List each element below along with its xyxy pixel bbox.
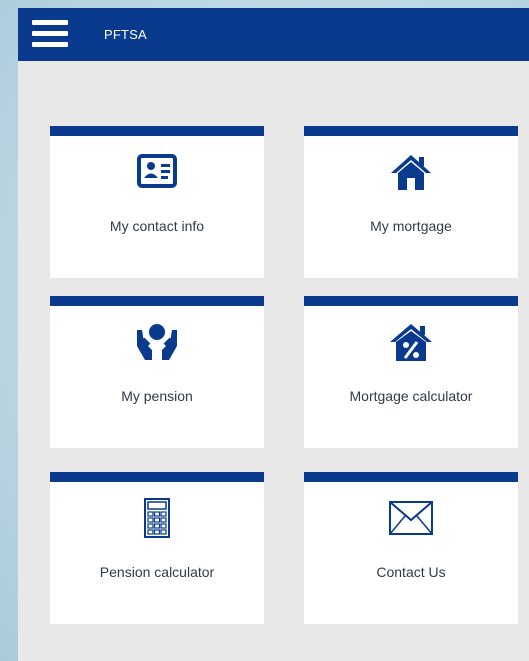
tile-my-contact-info[interactable]: My contact info xyxy=(50,126,264,278)
house-icon xyxy=(387,150,435,194)
tile-mortgage-calculator[interactable]: Mortgage calculator xyxy=(304,296,518,448)
app-title: PFTSA xyxy=(104,27,147,42)
tile-my-mortgage[interactable]: My mortgage xyxy=(304,126,518,278)
calculator-icon xyxy=(133,496,181,540)
tile-label: Contact Us xyxy=(376,564,446,580)
tile-pension-calculator[interactable]: Pension calculator xyxy=(50,472,264,624)
tile-contact-us[interactable]: Contact Us xyxy=(304,472,518,624)
envelope-icon xyxy=(387,496,435,540)
hamburger-menu-icon[interactable] xyxy=(32,20,68,48)
tile-label: Mortgage calculator xyxy=(349,388,473,404)
hands-coin-icon xyxy=(133,320,181,364)
house-percent-icon xyxy=(387,320,435,364)
contact-card-icon xyxy=(133,150,181,194)
tile-label: Pension calculator xyxy=(99,564,215,580)
app-screen: PFTSA My contact info My mortgage My pen… xyxy=(18,8,529,661)
tile-my-pension[interactable]: My pension xyxy=(50,296,264,448)
tile-label: My mortgage xyxy=(370,218,452,234)
tile-label: My contact info xyxy=(109,218,205,234)
tile-label: My pension xyxy=(121,388,193,404)
top-bar: PFTSA xyxy=(18,8,529,61)
